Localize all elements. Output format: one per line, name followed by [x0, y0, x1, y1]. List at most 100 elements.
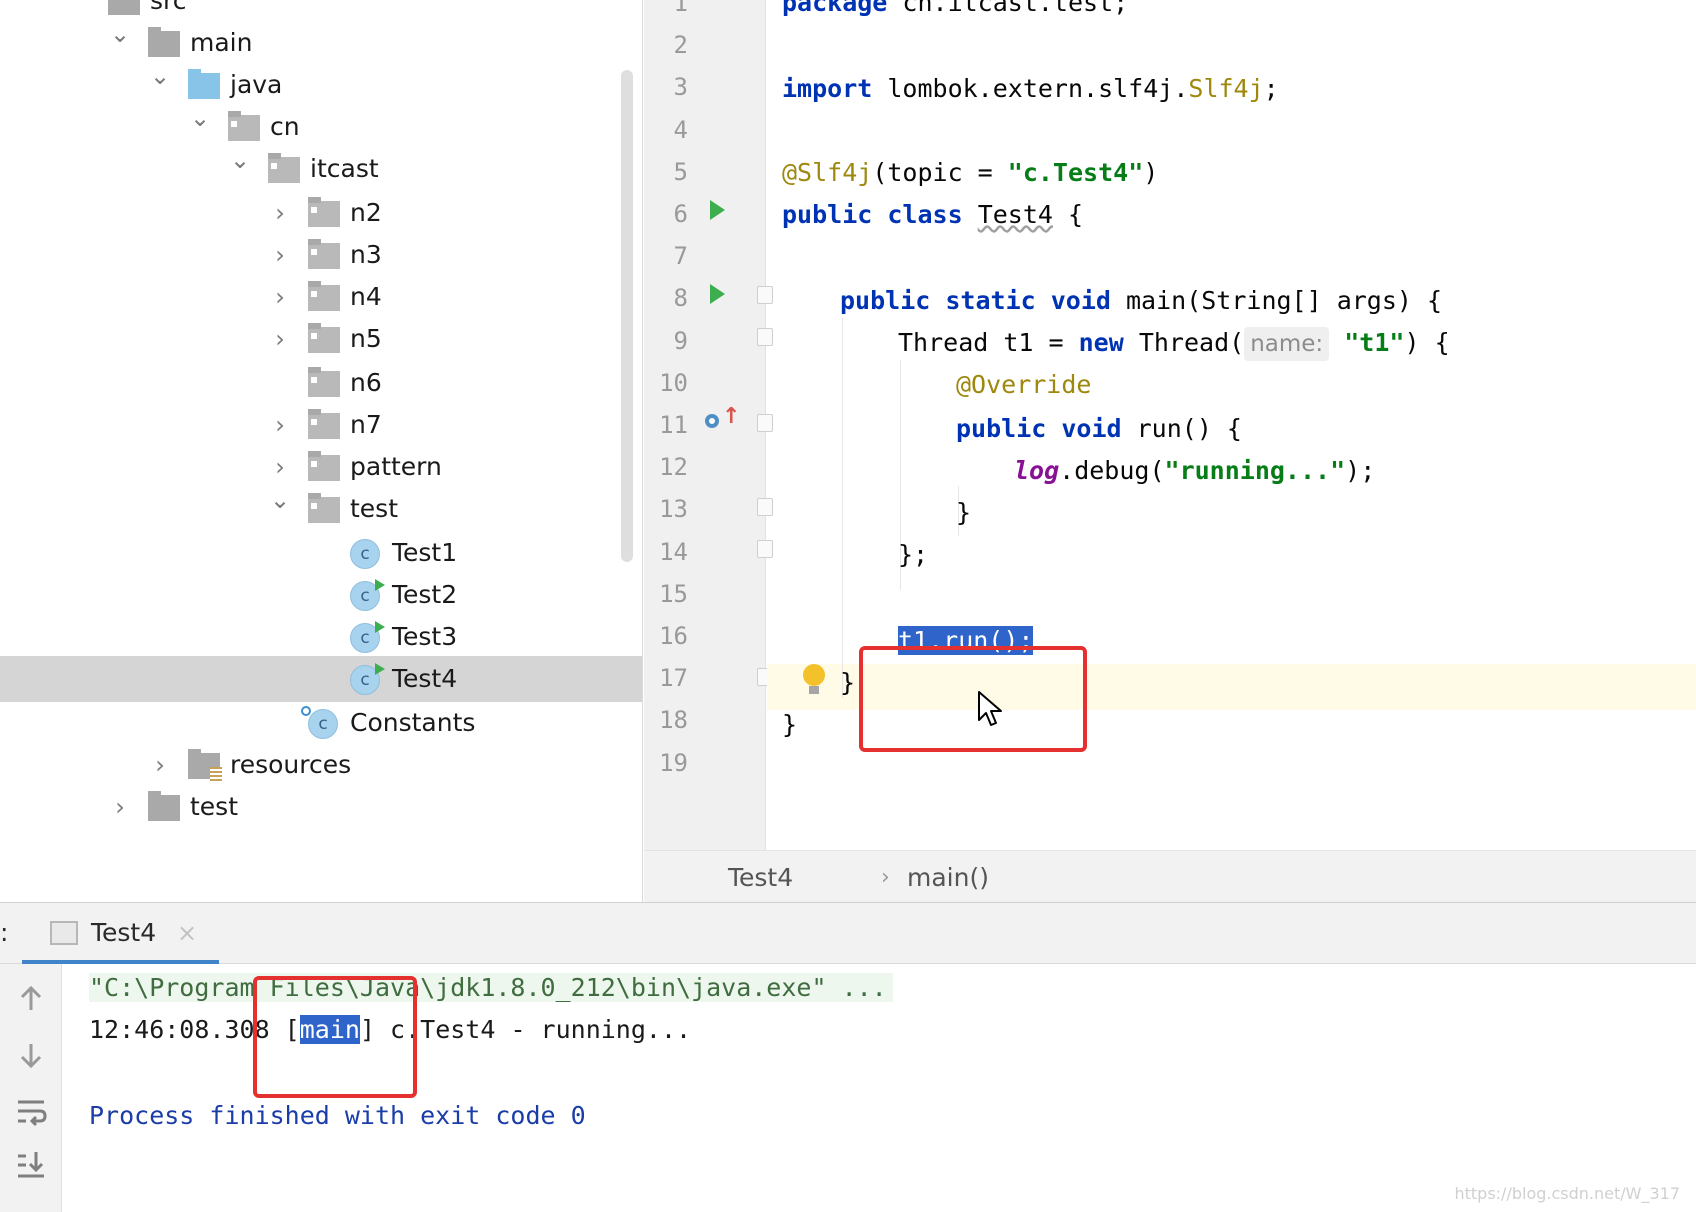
tree-item-label: n7 [350, 410, 382, 439]
parameter-hint: name: [1244, 327, 1330, 361]
tree-item-test4[interactable]: c Test4 [0, 656, 642, 702]
line-number: 9 [673, 326, 688, 355]
java-class-icon: c [350, 579, 385, 611]
breadcrumb: Test4 › main() [644, 850, 1696, 903]
chevron-down-icon[interactable]: ⌄ [190, 104, 210, 132]
package-icon [308, 281, 340, 311]
tree-item-java[interactable]: ⌄ java [0, 62, 642, 108]
chevron-right-icon[interactable]: › [270, 283, 290, 311]
tree-item-n7[interactable]: › n7 [0, 402, 642, 448]
close-icon[interactable]: × [174, 917, 200, 949]
tree-item-test2[interactable]: c Test2 [0, 572, 642, 618]
line-number: 7 [673, 242, 688, 271]
line-number: 17 [659, 664, 688, 693]
chevron-right-icon[interactable]: › [270, 453, 290, 481]
tree-item-itcast[interactable]: ⌄ itcast [0, 146, 642, 192]
tree-item-test[interactable]: › test [0, 784, 642, 830]
tree-item-label: n2 [350, 198, 382, 227]
line-number: 12 [659, 453, 688, 482]
override-method-icon[interactable]: ↑ [703, 406, 740, 434]
tree-scrollbar[interactable] [621, 70, 633, 562]
tree-item-resources[interactable]: › resources [0, 742, 642, 788]
soft-wrap-icon[interactable] [14, 1094, 48, 1128]
tree-item-label: Constants [350, 708, 476, 737]
chevron-right-icon[interactable]: › [270, 325, 290, 353]
line-number: 3 [673, 73, 688, 102]
project-tree-panel: ⌄ src ⌄ main ⌄ java ⌄ cn ⌄ itcast › n2 › n3 › n4 › n5 n6 › n… [0, 0, 643, 902]
tree-item-n3[interactable]: › n3 [0, 232, 642, 278]
breadcrumb-separator: › [881, 865, 890, 890]
fold-marker-icon[interactable] [757, 540, 773, 558]
run-toolbar [0, 964, 62, 1212]
folder-icon [188, 69, 220, 99]
tree-item-n5[interactable]: › n5 [0, 316, 642, 362]
tree-item-label: cn [270, 112, 300, 141]
package-icon [228, 111, 260, 141]
scroll-to-end-icon[interactable] [14, 1148, 48, 1182]
tree-item-test1[interactable]: c Test1 [0, 530, 642, 576]
line-number: 18 [659, 706, 688, 735]
chevron-down-icon[interactable]: ⌄ [70, 0, 90, 6]
tree-item-label: Test4 [392, 664, 458, 693]
line-number: 19 [659, 748, 688, 777]
package-icon [308, 197, 340, 227]
line-number: 11 [659, 411, 688, 439]
package-icon [308, 323, 340, 353]
line-number: 5 [673, 157, 688, 186]
code-editor[interactable]: 1 2 3 4 5 6 7 8 9 10 11 12 13 14 15 16 17 18 19 ↑ package c… [644, 0, 1696, 850]
tree-item-label: src [150, 0, 187, 15]
breadcrumb-class[interactable]: Test4 [728, 863, 793, 893]
code-line-9: Thread t1 = new Thread(name: "t1") { [898, 320, 1450, 366]
tree-item-n4[interactable]: › n4 [0, 274, 642, 320]
code-line-17: } [840, 668, 856, 697]
chevron-down-icon[interactable]: ⌄ [270, 486, 290, 514]
line-number: 16 [659, 622, 688, 650]
chevron-down-icon[interactable]: ⌄ [150, 62, 170, 90]
run-icon[interactable] [710, 284, 725, 304]
tree-item-pattern[interactable]: › pattern [0, 444, 642, 490]
line-number: 15 [659, 579, 688, 608]
tree-item-test[interactable]: ⌄ test [0, 486, 642, 532]
chevron-right-icon[interactable]: › [110, 793, 130, 821]
chevron-right-icon[interactable]: › [150, 751, 170, 779]
fold-marker-icon[interactable] [757, 498, 773, 516]
code-line-3: import lombok.extern.slf4j.Slf4j; [782, 74, 1279, 103]
console-command-line: "C:\Program Files\Java\jdk1.8.0_212\bin\… [89, 966, 893, 1010]
breadcrumb-method[interactable]: main() [907, 863, 989, 893]
code-line-10: @Override [956, 370, 1092, 399]
line-number: 4 [673, 115, 688, 144]
code-line-1: package cn.itcast.test; [782, 0, 1129, 17]
intention-bulb-icon[interactable] [802, 664, 826, 696]
tree-item-label: n5 [350, 324, 382, 353]
fold-marker-icon[interactable] [757, 286, 773, 304]
run-tab-label: Test4 [91, 918, 157, 947]
tree-item-main[interactable]: ⌄ main [0, 20, 642, 66]
tree-item-constants[interactable]: c Constants [0, 700, 642, 746]
chevron-down-icon[interactable]: ⌄ [110, 20, 130, 48]
chevron-right-icon[interactable]: › [270, 411, 290, 439]
code-line-5: @Slf4j(topic = "c.Test4") [782, 158, 1159, 187]
java-class-icon: c [350, 539, 380, 569]
fold-marker-icon[interactable] [757, 414, 773, 432]
chevron-down-icon[interactable]: ⌄ [230, 146, 250, 174]
arrow-up-icon[interactable] [14, 982, 48, 1016]
tree-item-label: main [190, 28, 253, 57]
code-line-12: log.debug("running..."); [1014, 456, 1376, 485]
annotation-highlight-box [859, 646, 1087, 752]
indent-guide [842, 318, 843, 698]
line-number: 13 [659, 495, 688, 524]
tree-item-test3[interactable]: c Test3 [0, 614, 642, 660]
arrow-down-icon[interactable] [14, 1038, 48, 1072]
console-exit-line: Process finished with exit code 0 [89, 1101, 586, 1130]
tree-item-n2[interactable]: › n2 [0, 190, 642, 236]
run-header-prefix: : [0, 918, 9, 947]
run-tab-test4[interactable]: Test4 × [22, 903, 219, 964]
tree-item-n6[interactable]: n6 [0, 360, 642, 406]
tree-item-cn[interactable]: ⌄ cn [0, 104, 642, 150]
java-class-icon: c [301, 706, 338, 739]
chevron-right-icon[interactable]: › [270, 199, 290, 227]
chevron-right-icon[interactable]: › [270, 241, 290, 269]
fold-marker-icon[interactable] [757, 328, 773, 346]
run-icon[interactable] [710, 200, 725, 220]
tree-item-label: test [350, 494, 399, 523]
